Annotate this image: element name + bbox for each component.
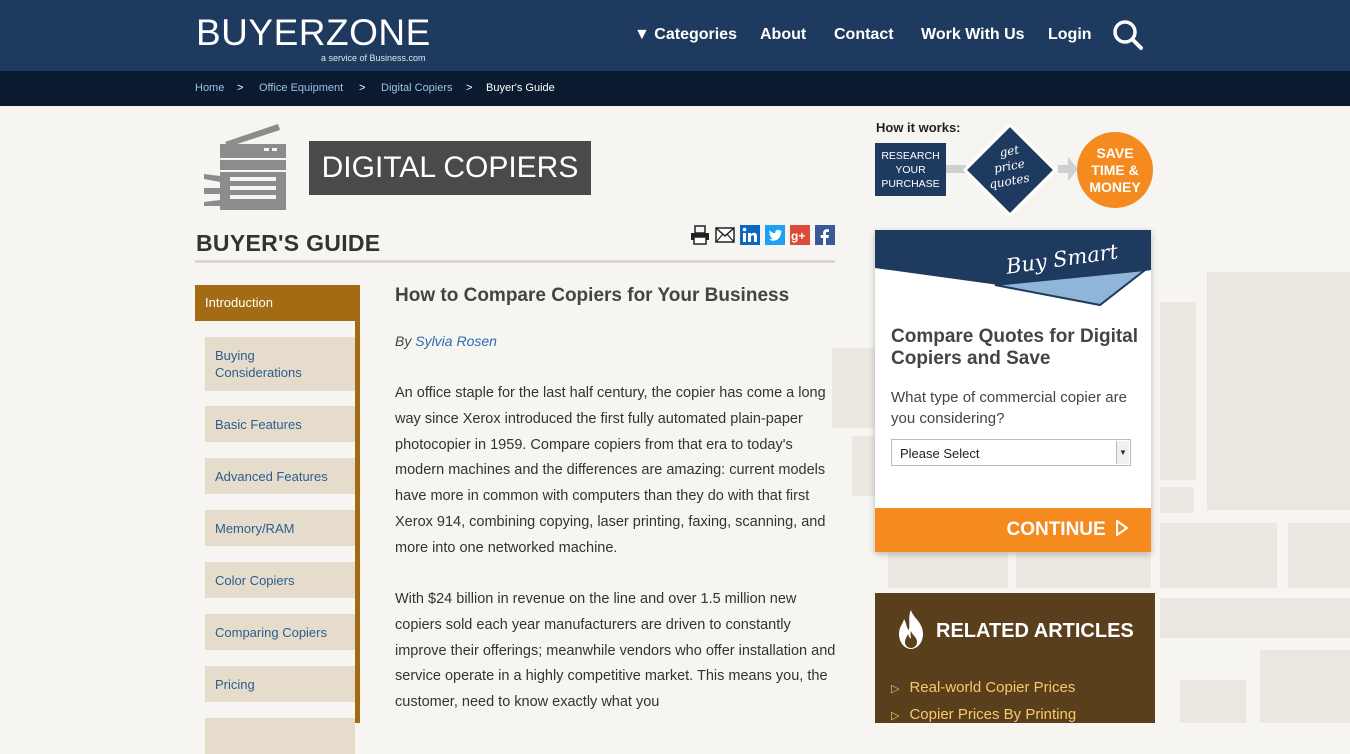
- article-paragraph: An office staple for the last half centu…: [395, 385, 826, 556]
- twitter-icon[interactable]: [765, 225, 785, 245]
- sidebar-item-label: Buying Considerations: [215, 348, 302, 380]
- sidebar-item-buying-considerations[interactable]: Buying Considerations: [205, 337, 355, 391]
- decor-tile: [1160, 598, 1350, 638]
- widget-question: What type of commercial copier are you c…: [891, 389, 1127, 427]
- logo-wordmark: BUYERZONE: [196, 12, 431, 53]
- search-icon[interactable]: [1112, 19, 1144, 51]
- nav-categories[interactable]: ▼ Categories: [634, 26, 737, 44]
- breadcrumb-current: Buyer's Guide: [486, 82, 555, 94]
- top-navigation-bar: BUYERZONE a service of Business.com ▼ Ca…: [0, 0, 1350, 71]
- flame-icon: [899, 610, 923, 649]
- sidebar-item-label: Comparing Copiers: [215, 624, 327, 640]
- decor-tile: [852, 436, 877, 496]
- step-save-word: TIME &: [1091, 162, 1138, 178]
- decor-tile: [1160, 523, 1277, 588]
- step-save-word: SAVE: [1096, 145, 1133, 161]
- sidebar-item-label: Memory/RAM: [215, 520, 295, 536]
- byline-prefix: By: [395, 333, 412, 349]
- widget-heading: Compare Quotes for Digital Copiers and S…: [891, 326, 1139, 369]
- continue-button[interactable]: CONTINUE: [875, 508, 1151, 552]
- sidebar-item-label: Basic Features: [215, 416, 302, 432]
- step-research-label: RESEARCH YOUR PURCHASE: [881, 149, 940, 190]
- decor-tile: [1160, 487, 1194, 513]
- copier-type-select[interactable]: Please Select ▼: [891, 439, 1131, 466]
- related-link[interactable]: ▷ Real-world Copier Prices: [891, 679, 1075, 696]
- page-title: DIGITAL COPIERS: [309, 141, 591, 195]
- related-link-label: Real-world Copier Prices: [909, 679, 1076, 696]
- nav-contact[interactable]: Contact: [834, 26, 894, 44]
- sidebar-item-pricing[interactable]: Pricing: [205, 666, 355, 702]
- print-icon[interactable]: [690, 225, 710, 245]
- nav-work-with-us[interactable]: Work With Us: [921, 26, 1025, 44]
- continue-label: CONTINUE: [1006, 519, 1106, 540]
- sidebar-item-color-copiers[interactable]: Color Copiers: [205, 562, 355, 598]
- guide-sidebar: Introduction Buying Considerations Basic…: [195, 285, 360, 754]
- decor-tile: [1288, 523, 1350, 588]
- related-link-label: Copier Prices By Printing: [909, 706, 1077, 723]
- author-link[interactable]: Sylvia Rosen: [415, 333, 497, 349]
- quote-widget: Buy Smart Compare Quotes for Digital Cop…: [875, 230, 1151, 552]
- article-title: How to Compare Copiers for Your Business: [395, 285, 790, 306]
- sidebar-item-basic-features[interactable]: Basic Features: [205, 406, 355, 442]
- buy-smart-banner: Buy Smart: [875, 230, 1151, 307]
- linkedin-icon[interactable]: [740, 225, 760, 245]
- breadcrumb-digital-copiers[interactable]: Digital Copiers: [381, 82, 453, 94]
- facebook-icon[interactable]: [815, 225, 835, 245]
- breadcrumb-home[interactable]: Home: [195, 82, 224, 94]
- chevron-down-icon: ▼: [1116, 441, 1129, 464]
- sidebar-item-label: Color Copiers: [215, 572, 295, 588]
- breadcrumb-separator: >: [466, 82, 473, 94]
- sidebar-accent-bar: [355, 321, 360, 723]
- decor-tile: [888, 553, 1008, 588]
- logo-tagline: a service of Business.com: [321, 53, 426, 63]
- sidebar-item-label: Advanced Features: [215, 468, 328, 484]
- buyerzone-logo[interactable]: BUYERZONE a service of Business.com: [196, 12, 431, 64]
- triangle-right-icon: ▷: [891, 683, 900, 695]
- googleplus-icon[interactable]: g+: [790, 225, 810, 245]
- breadcrumb-separator: >: [237, 82, 244, 94]
- divider: [195, 260, 835, 263]
- article-byline: By Sylvia Rosen: [395, 333, 497, 349]
- svg-text:g+: g+: [791, 229, 805, 243]
- email-icon[interactable]: [715, 225, 735, 245]
- copier-icon: [200, 122, 290, 214]
- decor-tile: [1207, 272, 1350, 510]
- nav-about[interactable]: About: [760, 26, 806, 44]
- decor-tile: [1016, 553, 1151, 588]
- arrow-right-icon: [1116, 519, 1129, 537]
- related-articles-panel: RELATED ARTICLES ▷ Real-world Copier Pric…: [875, 593, 1155, 723]
- sidebar-item-next[interactable]: [205, 718, 355, 754]
- related-link[interactable]: ▷ Copier Prices By Printing: [891, 706, 1076, 723]
- triangle-right-icon: ▷: [891, 710, 900, 722]
- sidebar-item-memory-ram[interactable]: Memory/RAM: [205, 510, 355, 546]
- sidebar-item-label: Pricing: [215, 676, 255, 692]
- decor-tile: [1260, 650, 1350, 723]
- guide-title: BUYER'S GUIDE: [196, 230, 381, 256]
- breadcrumb: Home > Office Equipment > Digital Copier…: [0, 71, 1350, 106]
- decor-tile: [1160, 302, 1196, 480]
- article-paragraph: With $24 billion in revenue on the line …: [395, 591, 836, 711]
- step-research: RESEARCH YOUR PURCHASE: [875, 143, 946, 196]
- sidebar-item-advanced-features[interactable]: Advanced Features: [205, 458, 355, 494]
- breadcrumb-separator: >: [359, 82, 366, 94]
- nav-login[interactable]: Login: [1048, 26, 1092, 44]
- step-save-word: MONEY: [1089, 179, 1141, 195]
- breadcrumb-office-equipment[interactable]: Office Equipment: [259, 82, 343, 94]
- related-heading: RELATED ARTICLES: [936, 620, 1134, 642]
- select-value: Please Select: [900, 446, 980, 461]
- how-it-works-diagram: get price quotes SAVE TIME & MONEY: [946, 122, 1153, 218]
- decor-tile: [1180, 680, 1246, 723]
- sidebar-item-comparing-copiers[interactable]: Comparing Copiers: [205, 614, 355, 650]
- sidebar-item-introduction[interactable]: Introduction: [195, 285, 360, 321]
